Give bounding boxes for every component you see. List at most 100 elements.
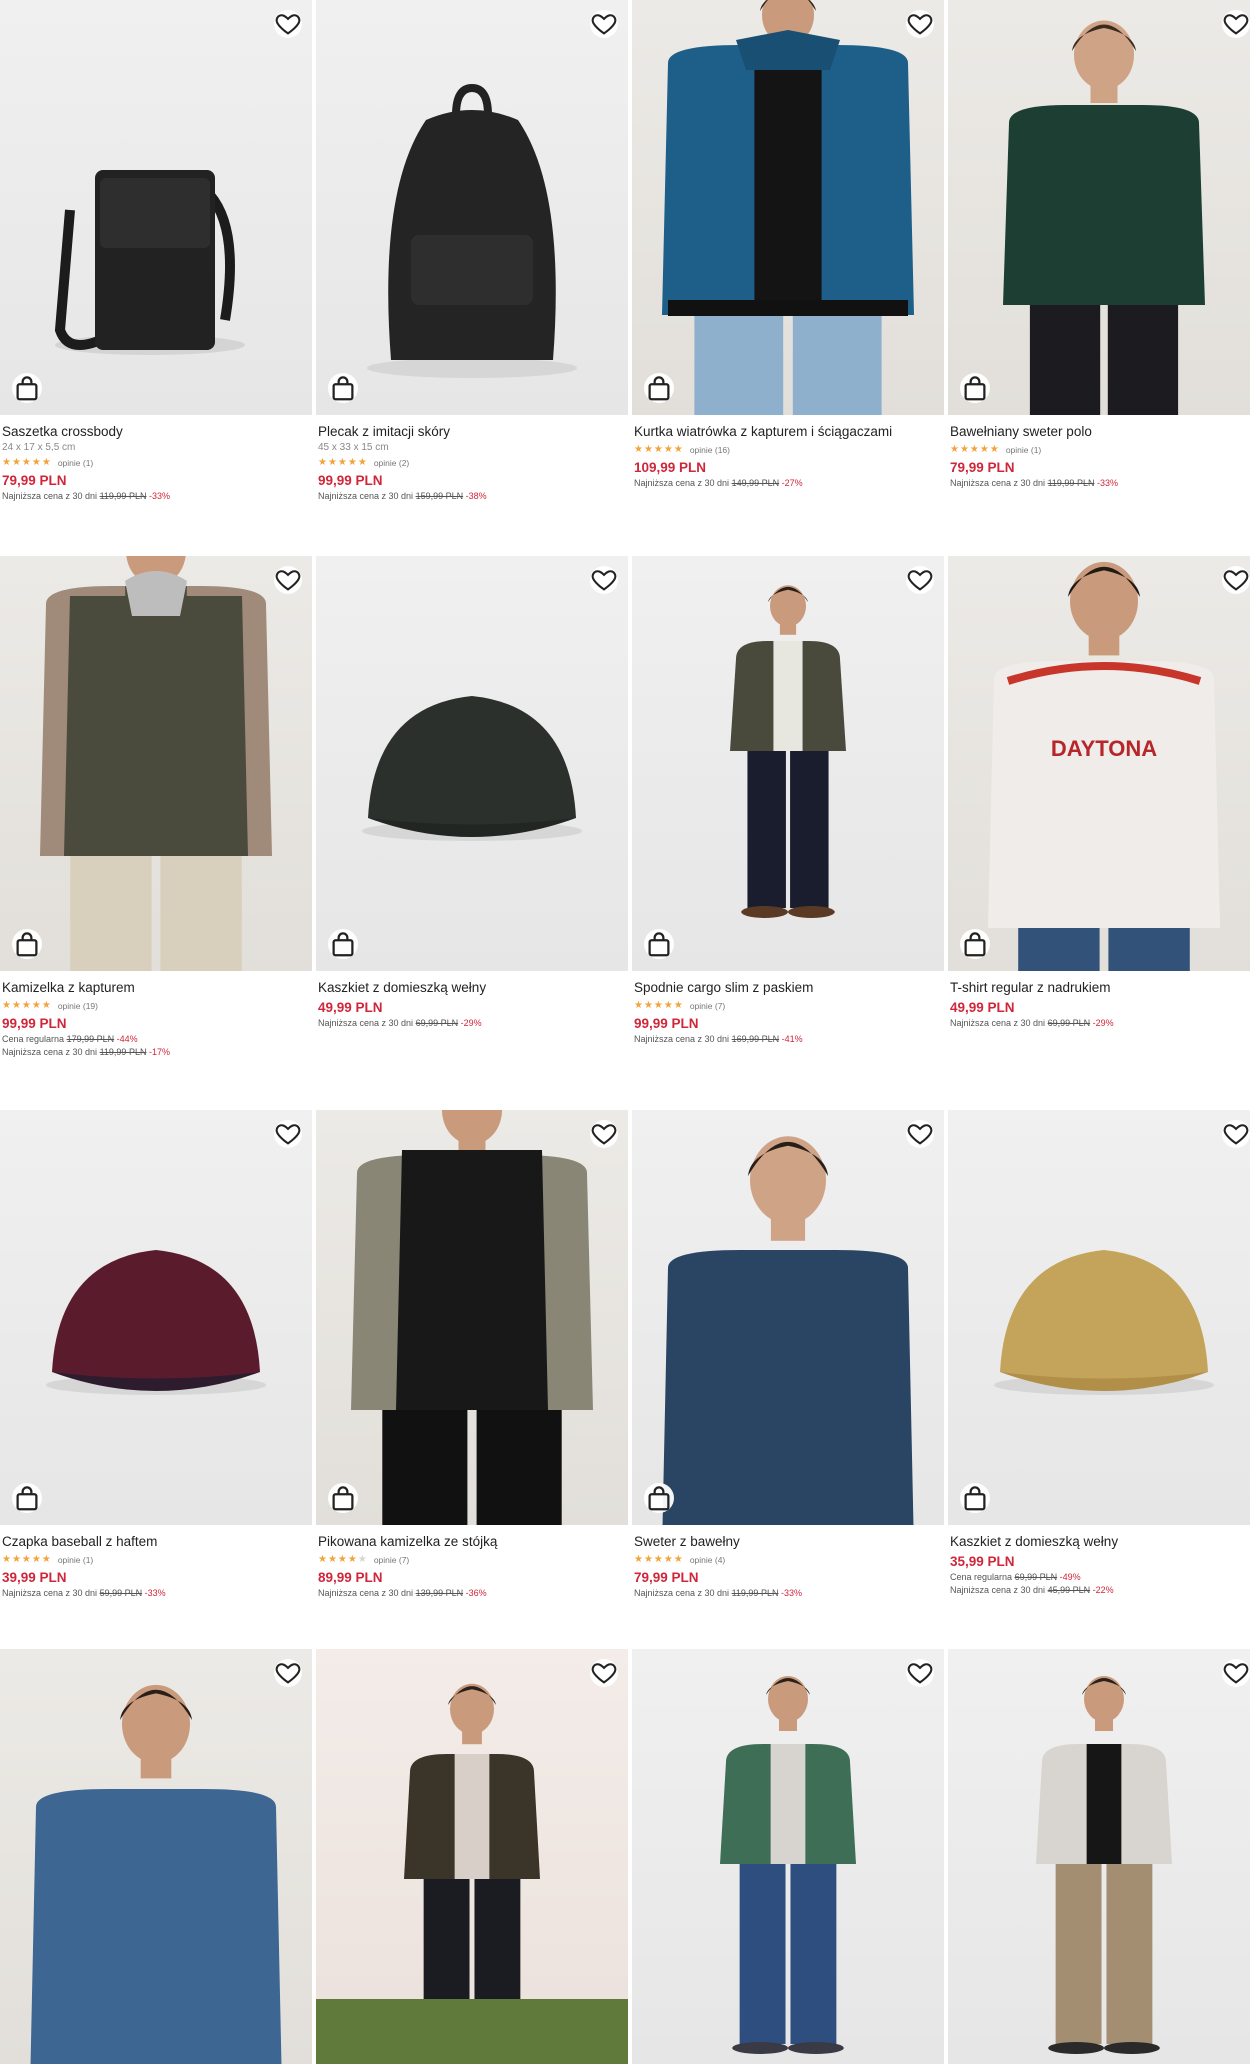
wishlist-heart-icon[interactable] xyxy=(274,10,302,38)
product-card[interactable]: Kamizelka z kapturem ★★★★★ opinie (19) 9… xyxy=(0,556,312,1057)
product-image[interactable] xyxy=(316,1110,628,1525)
wishlist-heart-icon[interactable] xyxy=(590,10,618,38)
product-image[interactable] xyxy=(0,1110,312,1525)
product-info: Kaszkiet z domieszką wełny 35,99 PLN Cena… xyxy=(948,1525,1250,1595)
product-card[interactable]: Bawełniany sweter polo ★★★★★ opinie (1) … xyxy=(948,0,1250,488)
add-to-bag-icon[interactable] xyxy=(960,373,990,403)
wishlist-heart-icon[interactable] xyxy=(590,566,618,594)
product-name[interactable]: Czapka baseball z haftem xyxy=(2,1533,310,1550)
rating-stars-icon: ★★★★★ xyxy=(318,1554,368,1565)
product-name[interactable]: Kaszkiet z domieszką wełny xyxy=(318,979,626,996)
add-to-bag-icon[interactable] xyxy=(12,929,42,959)
add-to-bag-icon[interactable] xyxy=(644,1483,674,1513)
add-to-bag-icon[interactable] xyxy=(328,929,358,959)
product-card[interactable] xyxy=(948,1649,1250,2064)
add-to-bag-icon[interactable] xyxy=(960,929,990,959)
wishlist-heart-icon[interactable] xyxy=(1222,1659,1250,1687)
price-history: Najniższa cena z 30 dni 119,99 PLN -17% xyxy=(2,1047,310,1057)
old-price: 59,99 PLN xyxy=(99,1588,143,1598)
tshirt-print: DAYTONA xyxy=(1051,736,1157,761)
add-to-bag-icon[interactable] xyxy=(328,1483,358,1513)
wishlist-heart-icon[interactable] xyxy=(274,1120,302,1148)
product-card[interactable] xyxy=(316,1649,628,2064)
price-history-label: Najniższa cena z 30 dni xyxy=(950,1018,1046,1028)
product-card[interactable]: Czapka baseball z haftem ★★★★★ opinie (1… xyxy=(0,1110,312,1598)
product-card[interactable]: Spodnie cargo slim z paskiem ★★★★★ opini… xyxy=(632,556,944,1044)
product-name[interactable]: Sweter z bawełny xyxy=(634,1533,942,1550)
wishlist-heart-icon[interactable] xyxy=(590,1120,618,1148)
product-image[interactable] xyxy=(316,1649,628,2064)
review-count[interactable]: opinie (1) xyxy=(58,458,93,468)
product-card[interactable]: Kaszkiet z domieszką wełny 35,99 PLN Cena… xyxy=(948,1110,1250,1595)
product-name[interactable]: Spodnie cargo slim z paskiem xyxy=(634,979,942,996)
product-image[interactable] xyxy=(316,556,628,971)
product-image[interactable] xyxy=(316,0,628,415)
product-image[interactable] xyxy=(632,0,944,415)
product-card[interactable]: Pikowana kamizelka ze stójką ★★★★★ opini… xyxy=(316,1110,628,1598)
add-to-bag-icon[interactable] xyxy=(644,373,674,403)
product-image[interactable]: DAYTONA xyxy=(948,556,1250,971)
product-image[interactable] xyxy=(948,1649,1250,2064)
product-image[interactable] xyxy=(0,1649,312,2064)
product-price: 49,99 PLN xyxy=(318,1000,383,1015)
wishlist-heart-icon[interactable] xyxy=(1222,10,1250,38)
add-to-bag-icon[interactable] xyxy=(644,929,674,959)
review-count[interactable]: opinie (2) xyxy=(374,458,409,468)
wishlist-heart-icon[interactable] xyxy=(274,566,302,594)
product-name[interactable]: Kurtka wiatrówka z kapturem i ściągaczam… xyxy=(634,423,942,440)
product-card[interactable]: Saszetka crossbody 24 x 17 x 5,5 cm ★★★★★… xyxy=(0,0,312,501)
product-name[interactable]: Pikowana kamizelka ze stójką xyxy=(318,1533,626,1550)
product-name[interactable]: Kaszkiet z domieszką wełny xyxy=(950,1533,1250,1550)
wishlist-heart-icon[interactable] xyxy=(590,1659,618,1687)
product-image[interactable] xyxy=(948,0,1250,415)
review-count[interactable]: opinie (1) xyxy=(58,1555,93,1565)
wishlist-heart-icon[interactable] xyxy=(906,1120,934,1148)
product-info: Kaszkiet z domieszką wełny 49,99 PLN Najn… xyxy=(316,971,628,1028)
product-info: Bawełniany sweter polo ★★★★★ opinie (1) … xyxy=(948,415,1250,488)
product-image[interactable] xyxy=(632,556,944,971)
product-card[interactable]: Kaszkiet z domieszką wełny 49,99 PLN Najn… xyxy=(316,556,628,1028)
review-count[interactable]: opinie (1) xyxy=(1006,445,1041,455)
product-card[interactable] xyxy=(632,1649,944,2064)
product-image[interactable] xyxy=(0,556,312,971)
product-card[interactable]: Kurtka wiatrówka z kapturem i ściągaczam… xyxy=(632,0,944,488)
wishlist-heart-icon[interactable] xyxy=(1222,1120,1250,1148)
product-card[interactable]: Plecak z imitacji skóry 45 x 33 x 15 cm ★… xyxy=(316,0,628,501)
product-image[interactable] xyxy=(632,1649,944,2064)
product-name[interactable]: T-shirt regular z nadrukiem xyxy=(950,979,1250,996)
product-dimensions: 24 x 17 x 5,5 cm xyxy=(2,442,76,453)
product-image[interactable] xyxy=(0,0,312,415)
product-card[interactable]: DAYTONA T-shirt regular z nadrukiem 49,99… xyxy=(948,556,1250,1028)
review-count[interactable]: opinie (16) xyxy=(690,445,730,455)
review-count[interactable]: opinie (4) xyxy=(690,1555,725,1565)
wishlist-heart-icon[interactable] xyxy=(906,566,934,594)
product-price: 99,99 PLN xyxy=(318,473,383,488)
add-to-bag-icon[interactable] xyxy=(12,1483,42,1513)
review-count[interactable]: opinie (19) xyxy=(58,1001,98,1011)
review-count[interactable]: opinie (7) xyxy=(690,1001,725,1011)
product-image[interactable] xyxy=(632,1110,944,1525)
discount-percent: -41% xyxy=(781,1034,803,1044)
product-name[interactable]: Kamizelka z kapturem xyxy=(2,979,310,996)
add-to-bag-icon[interactable] xyxy=(328,373,358,403)
wishlist-heart-icon[interactable] xyxy=(906,10,934,38)
product-name[interactable]: Plecak z imitacji skóry xyxy=(318,423,626,440)
product-name[interactable]: Saszetka crossbody xyxy=(2,423,310,440)
product-card[interactable]: Sweter z bawełny ★★★★★ opinie (4) 79,99 … xyxy=(632,1110,944,1598)
rating: ★★★★★ opinie (2) xyxy=(318,457,626,469)
add-to-bag-icon[interactable] xyxy=(12,373,42,403)
product-name[interactable]: Bawełniany sweter polo xyxy=(950,423,1250,440)
wishlist-heart-icon[interactable] xyxy=(274,1659,302,1687)
review-count[interactable]: opinie (7) xyxy=(374,1555,409,1565)
wishlist-heart-icon[interactable] xyxy=(906,1659,934,1687)
product-image[interactable] xyxy=(948,1110,1250,1525)
add-to-bag-icon[interactable] xyxy=(960,1483,990,1513)
product-card[interactable] xyxy=(0,1649,312,2064)
product-price: 39,99 PLN xyxy=(2,1570,67,1585)
price-history-label: Najniższa cena z 30 dni xyxy=(2,491,98,501)
rating: ★★★★★ opinie (4) xyxy=(634,1554,942,1566)
price-history-label: Cena regularna xyxy=(950,1572,1013,1582)
rating-stars-icon: ★★★★★ xyxy=(634,1554,684,1565)
product-info: Saszetka crossbody 24 x 17 x 5,5 cm ★★★★★… xyxy=(0,415,312,501)
wishlist-heart-icon[interactable] xyxy=(1222,566,1250,594)
